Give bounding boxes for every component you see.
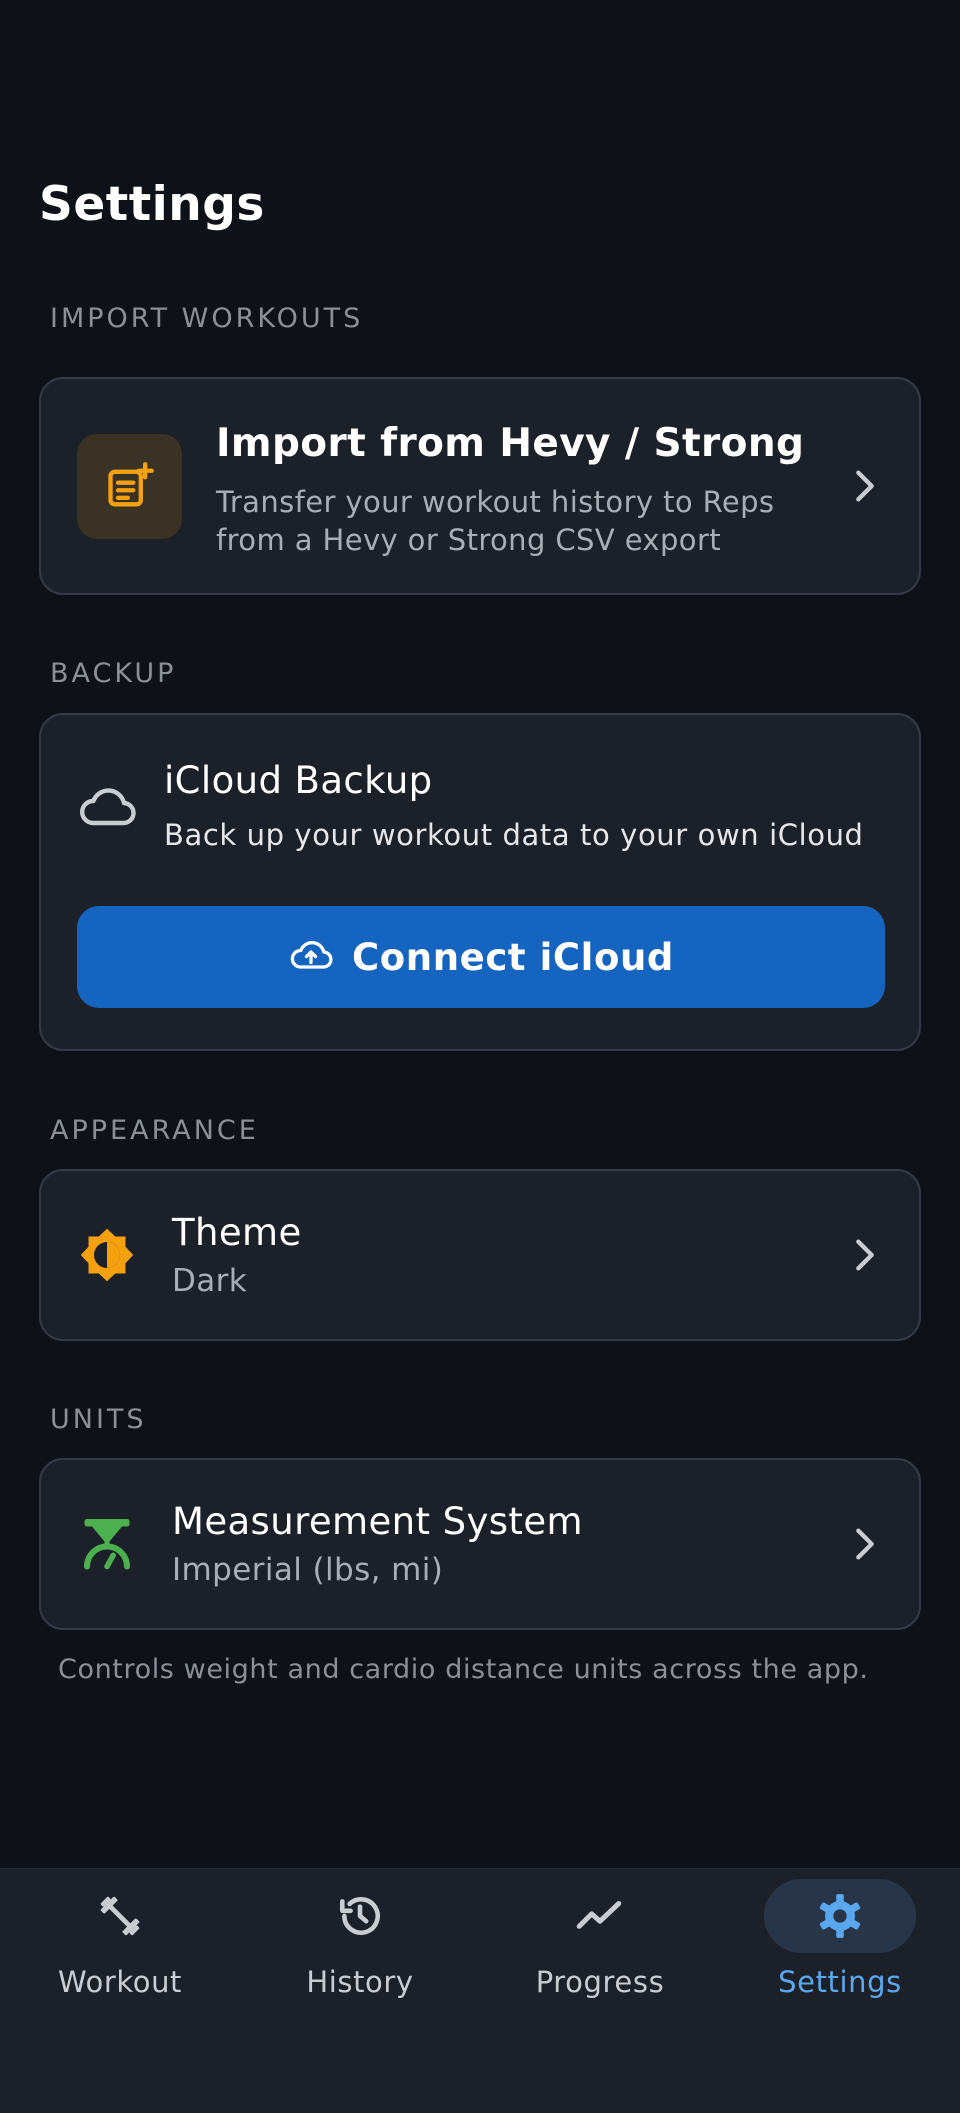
theme-row[interactable]: Theme Dark [39,1169,921,1341]
cloud-upload-icon [288,937,334,977]
nav-label-progress: Progress [535,1965,665,1999]
nav-label-history: History [306,1965,414,1999]
chevron-right-icon [855,1239,875,1271]
section-label-units: UNITS [50,1404,147,1435]
measurement-system-row[interactable]: Measurement System Imperial (lbs, mi) [39,1458,921,1630]
import-card[interactable]: Import from Hevy / Strong Transfer your … [39,377,921,595]
nav-label-settings: Settings [778,1965,902,1999]
gear-icon [764,1879,916,1953]
connect-icloud-label: Connect iCloud [351,935,674,979]
scale-icon [77,1514,137,1574]
chevron-right-icon [855,470,875,502]
theme-value: Dark [172,1263,248,1299]
cloud-icon [77,783,137,835]
backup-description: Back up your workout data to your own iC… [164,818,864,852]
section-label-backup: BACKUP [50,658,177,689]
backup-card: iCloud Backup Back up your workout data … [39,713,921,1051]
bottom-nav: Workout History Progress Settings [0,1868,960,2113]
nav-item-progress[interactable]: Progress [480,1869,720,2019]
measurement-title: Measurement System [172,1500,583,1543]
measurement-value: Imperial (lbs, mi) [172,1552,444,1588]
section-label-import: IMPORT WORKOUTS [50,303,364,334]
nav-item-history[interactable]: History [240,1869,480,2019]
nav-label-workout: Workout [57,1965,183,1999]
import-description: Transfer your workout history to Reps fr… [216,485,775,557]
nav-item-workout[interactable]: Workout [0,1869,240,2019]
history-icon [284,1879,436,1953]
units-footnote: Controls weight and cardio distance unit… [58,1654,869,1685]
connect-icloud-button[interactable]: Connect iCloud [77,906,885,1008]
page-title: Settings [39,177,265,232]
theme-title: Theme [172,1211,302,1254]
dumbbell-icon [44,1879,196,1953]
brightness-icon [77,1225,137,1285]
settings-screen: Settings IMPORT WORKOUTS Import from Hev… [0,0,960,2113]
nav-item-settings[interactable]: Settings [720,1869,960,2019]
chevron-right-icon [855,1528,875,1560]
backup-title: iCloud Backup [164,759,433,802]
trend-icon [524,1879,676,1953]
section-label-appearance: APPEARANCE [50,1115,259,1146]
import-document-icon [77,434,182,539]
import-title: Import from Hevy / Strong [216,421,805,466]
